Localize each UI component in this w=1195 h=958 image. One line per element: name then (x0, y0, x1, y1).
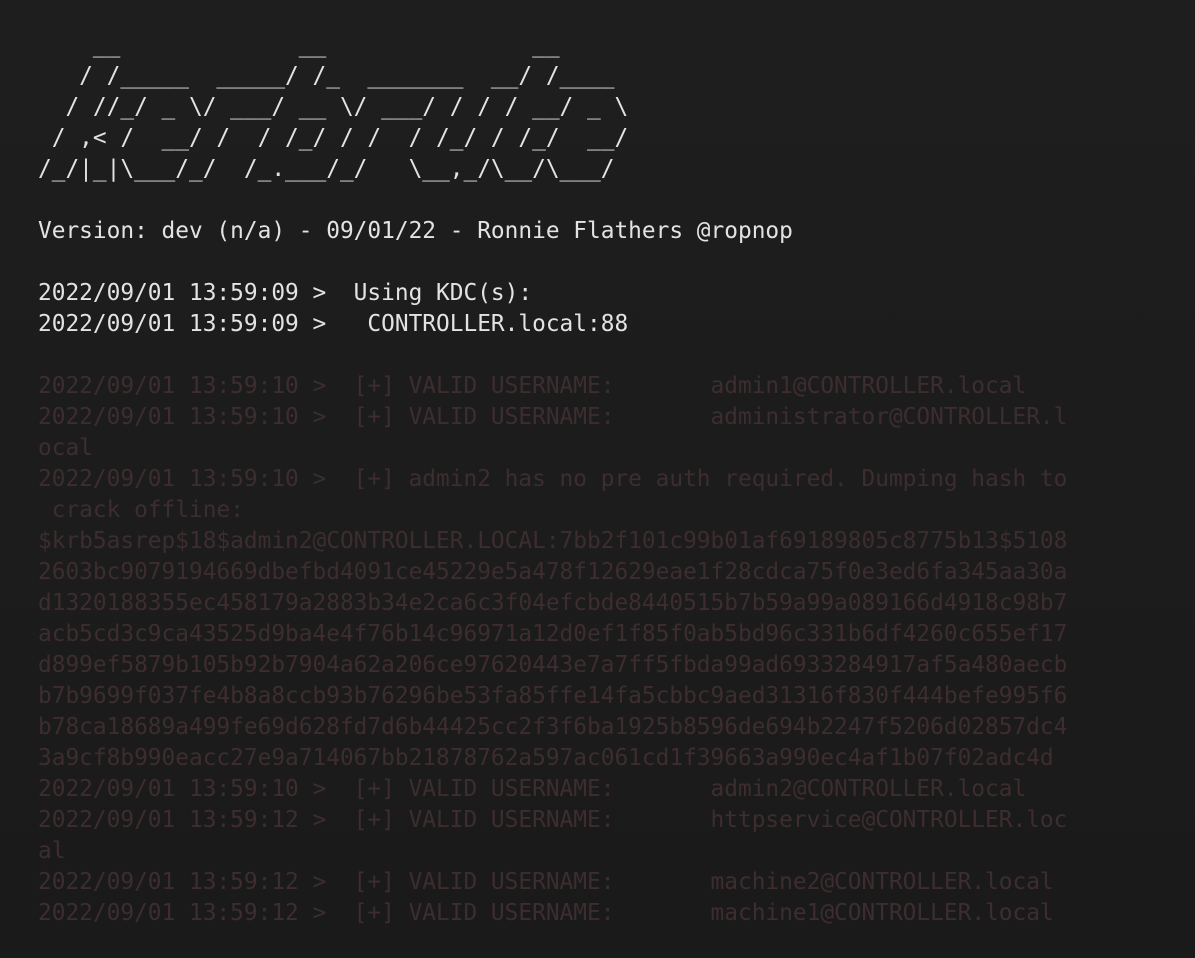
hash-line: d899ef5879b105b92b7904a62a206ce97620443e… (38, 652, 1068, 678)
ascii-banner-line: /_/|_|\___/_/ /_.___/_/ \__,_/\__/\___/ (38, 156, 615, 182)
results-output: 2022/09/01 13:59:10 > [+] VALID USERNAME… (38, 371, 1195, 929)
output-line: 2022/09/01 13:59:12 > [+] VALID USERNAME… (38, 900, 1054, 926)
terminal-window[interactable]: __ __ __ / /_____ _____/ /_ _______ __/ … (0, 0, 1195, 958)
version-line: Version: dev (n/a) - 09/01/22 - Ronnie F… (38, 218, 793, 244)
output-line: 2022/09/01 13:59:12 > [+] VALID USERNAME… (38, 807, 1068, 833)
output-line: 2022/09/01 13:59:10 > [+] VALID USERNAME… (38, 373, 1027, 399)
kdc-server-line: 2022/09/01 13:59:09 > CONTROLLER.local:8… (38, 311, 629, 337)
hash-line: $krb5asrep$18$admin2@CONTROLLER.LOCAL:7b… (38, 528, 1068, 554)
ascii-banner-line: / /_____ _____/ /_ _______ __/ /____ (38, 63, 615, 89)
output-line: crack offline: (38, 497, 244, 523)
hash-line: d1320188355ec458179a2883b34e2ca6c3f04efc… (38, 590, 1068, 616)
ascii-banner-line: __ __ __ (38, 32, 560, 58)
hash-line: 2603bc9079194669dbefbd4091ce45229e5a478f… (38, 559, 1068, 585)
hash-line: acb5cd3c9ca43525d9ba4e4f76b14c96971a12d0… (38, 621, 1068, 647)
output-line: al (38, 838, 66, 864)
hash-line: 3a9cf8b990eacc27e9a714067bb21878762a597a… (38, 745, 1054, 771)
output-line: ocal (38, 435, 93, 461)
output-line: 2022/09/01 13:59:10 > [+] VALID USERNAME… (38, 776, 1027, 802)
hash-line: b7b9699f037fe4b8a8ccb93b76296be53fa85ffe… (38, 683, 1068, 709)
hash-line: b78ca18689a499fe69d628fd7d6b44425cc2f3f6… (38, 714, 1068, 740)
kdc-header-line: 2022/09/01 13:59:09 > Using KDC(s): (38, 280, 533, 306)
output-line: 2022/09/01 13:59:10 > [+] VALID USERNAME… (38, 404, 1068, 430)
ascii-banner-line: / ,< / __/ / / /_/ / / / /_/ / /_/ __/ (38, 125, 629, 151)
output-line: 2022/09/01 13:59:10 > [+] admin2 has no … (38, 466, 1068, 492)
ascii-banner-line: / //_/ _ \/ ___/ __ \/ ___/ / / / __/ _ … (38, 94, 629, 120)
output-line: 2022/09/01 13:59:12 > [+] VALID USERNAME… (38, 869, 1054, 895)
